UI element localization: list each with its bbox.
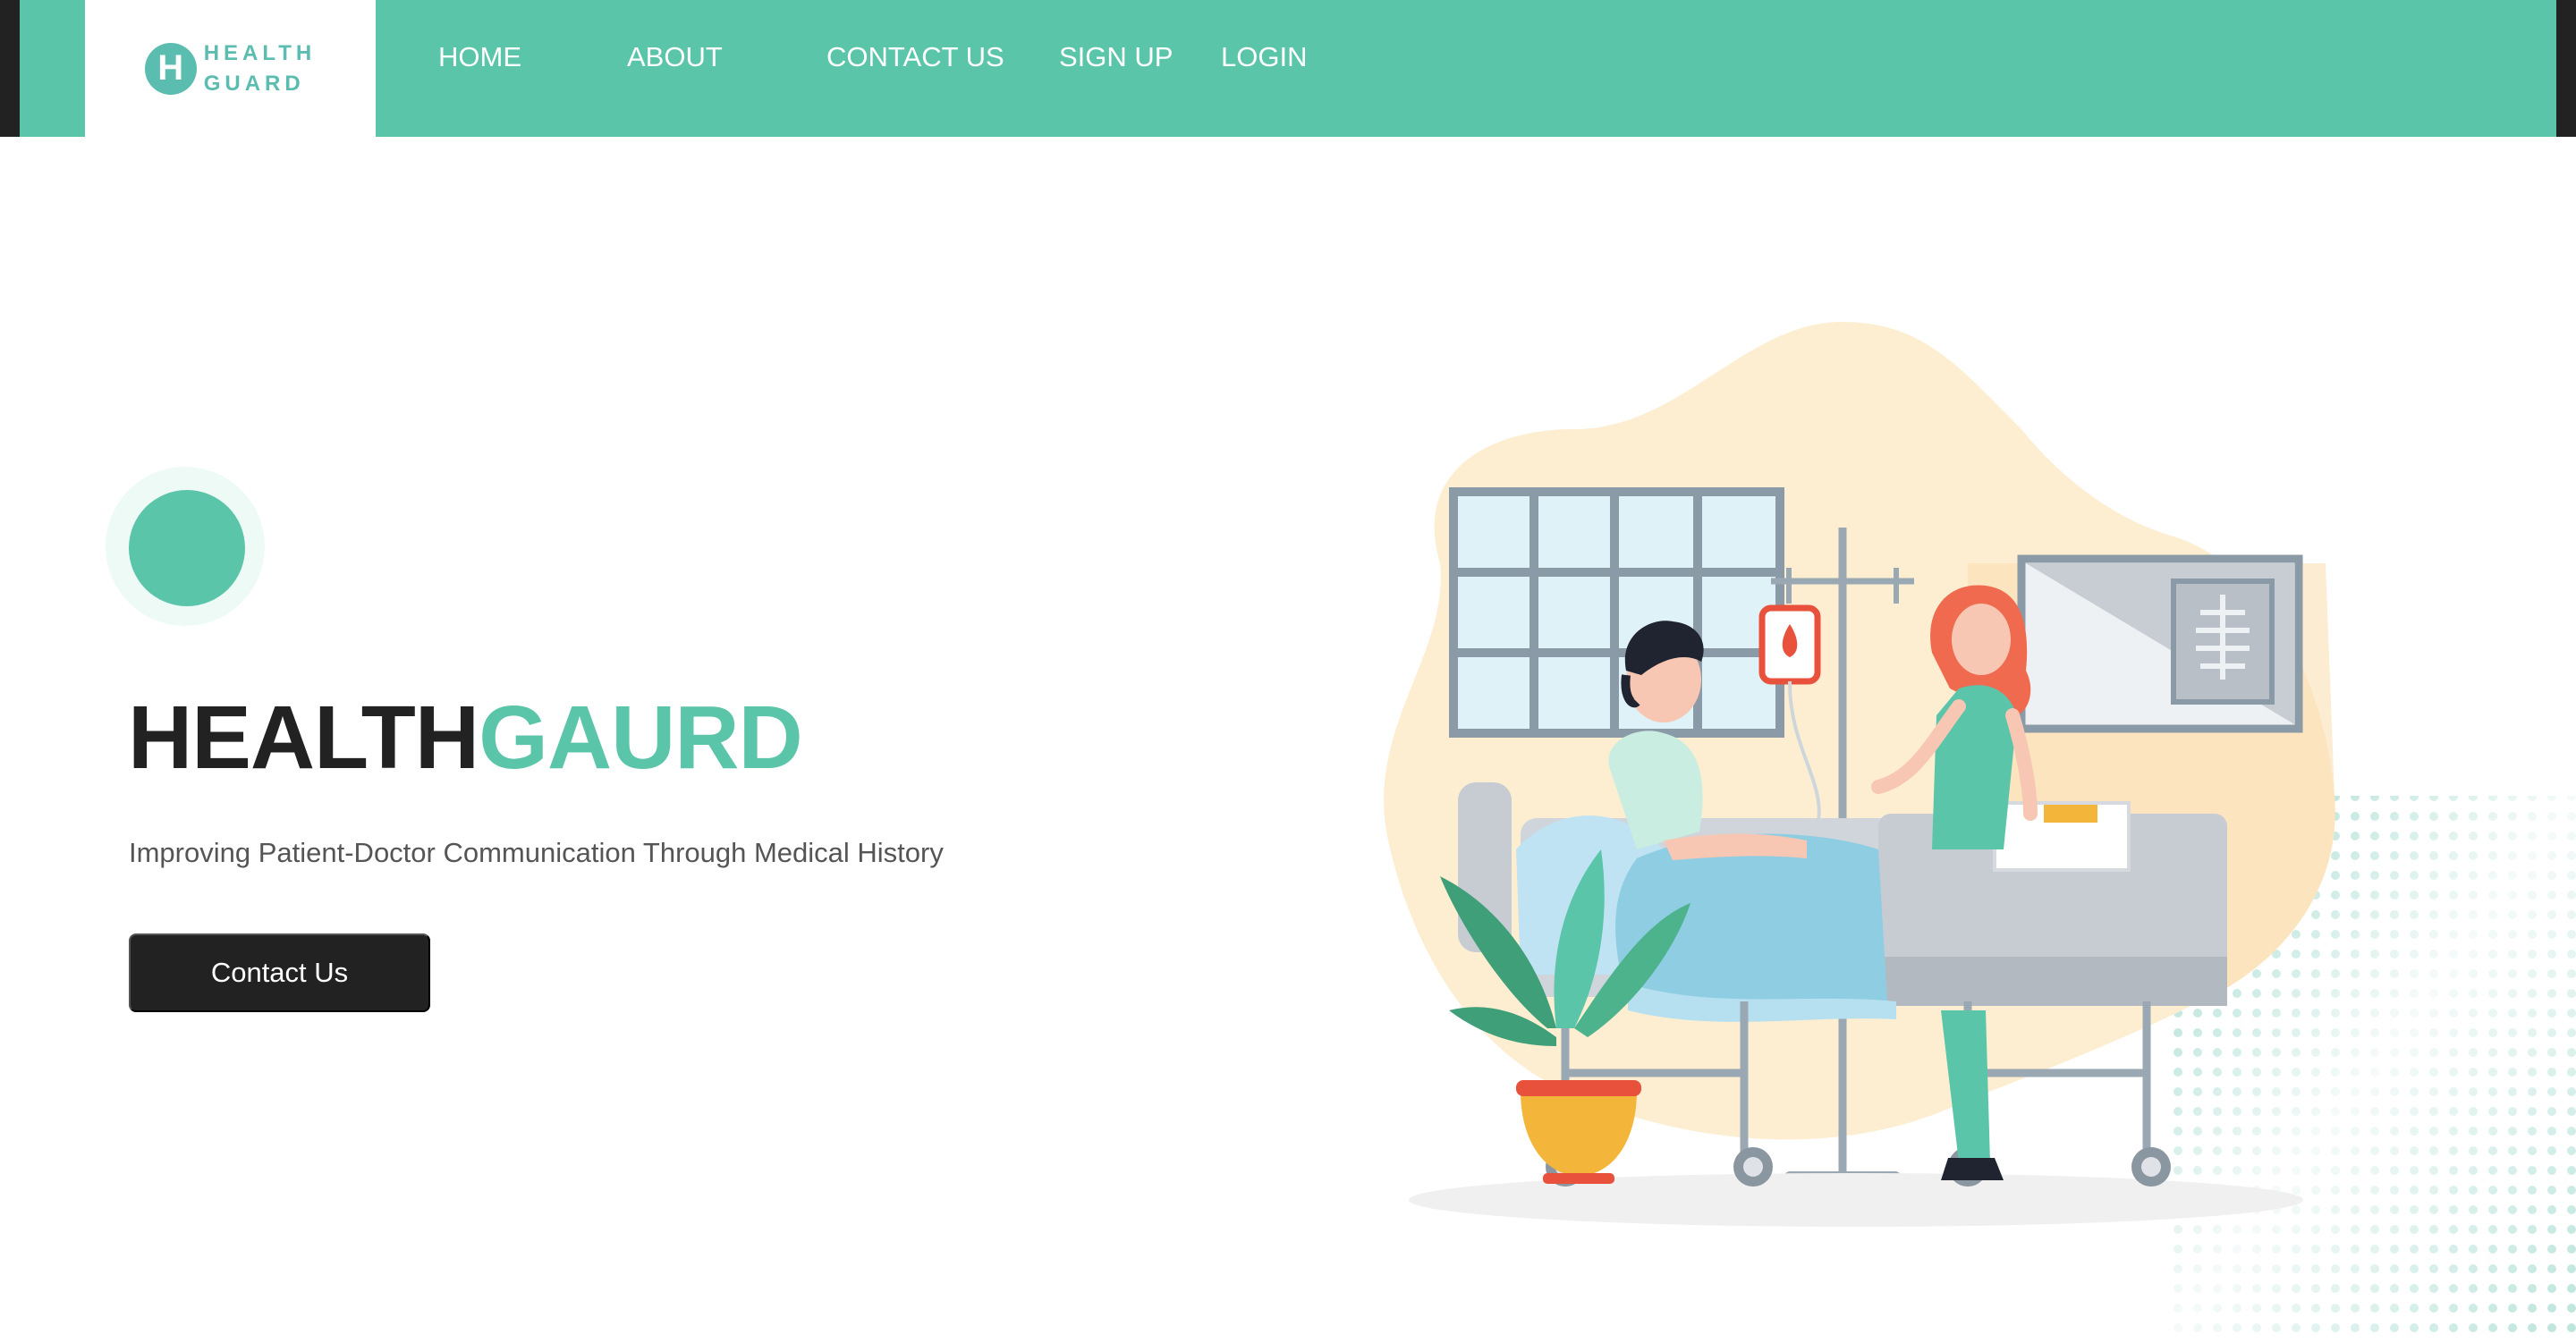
hero-title: HEALTHGAURD: [128, 688, 803, 788]
hero-accent-dot: [129, 490, 245, 606]
logo-wordmark: HEALTH GUARD: [204, 38, 317, 99]
logo-h-icon: H: [144, 42, 197, 95]
navbar: H HEALTH GUARD HOME ABOUT CONTACT US SIG…: [20, 0, 2556, 137]
window-edge-left: [0, 0, 20, 137]
nav-about[interactable]: ABOUT: [627, 38, 723, 77]
contact-us-button[interactable]: Contact Us: [129, 933, 430, 1012]
window-edge-right: [2556, 0, 2576, 137]
brand-logo[interactable]: H HEALTH GUARD: [85, 0, 376, 137]
hero-subtitle: Improving Patient-Doctor Communication T…: [129, 837, 944, 868]
logo-line-1: HEALTH: [203, 40, 317, 65]
nav-login[interactable]: LOGIN: [1221, 38, 1307, 77]
window: [1449, 487, 1784, 738]
nav-contact-us[interactable]: CONTACT US: [826, 38, 1004, 77]
page: H HEALTH GUARD HOME ABOUT CONTACT US SIG…: [0, 0, 2576, 1343]
hero-title-part-2: GAURD: [479, 688, 803, 788]
floor-shadow: [1409, 1173, 2303, 1227]
hero-title-part-1: HEALTH: [128, 688, 479, 788]
logo-line-2: GUARD: [203, 71, 305, 96]
nav-sign-up[interactable]: SIGN UP: [1059, 38, 1173, 77]
xray-board: [2017, 554, 2303, 733]
hospital-illustration: [1384, 322, 2576, 1343]
nav-home[interactable]: HOME: [438, 38, 521, 77]
